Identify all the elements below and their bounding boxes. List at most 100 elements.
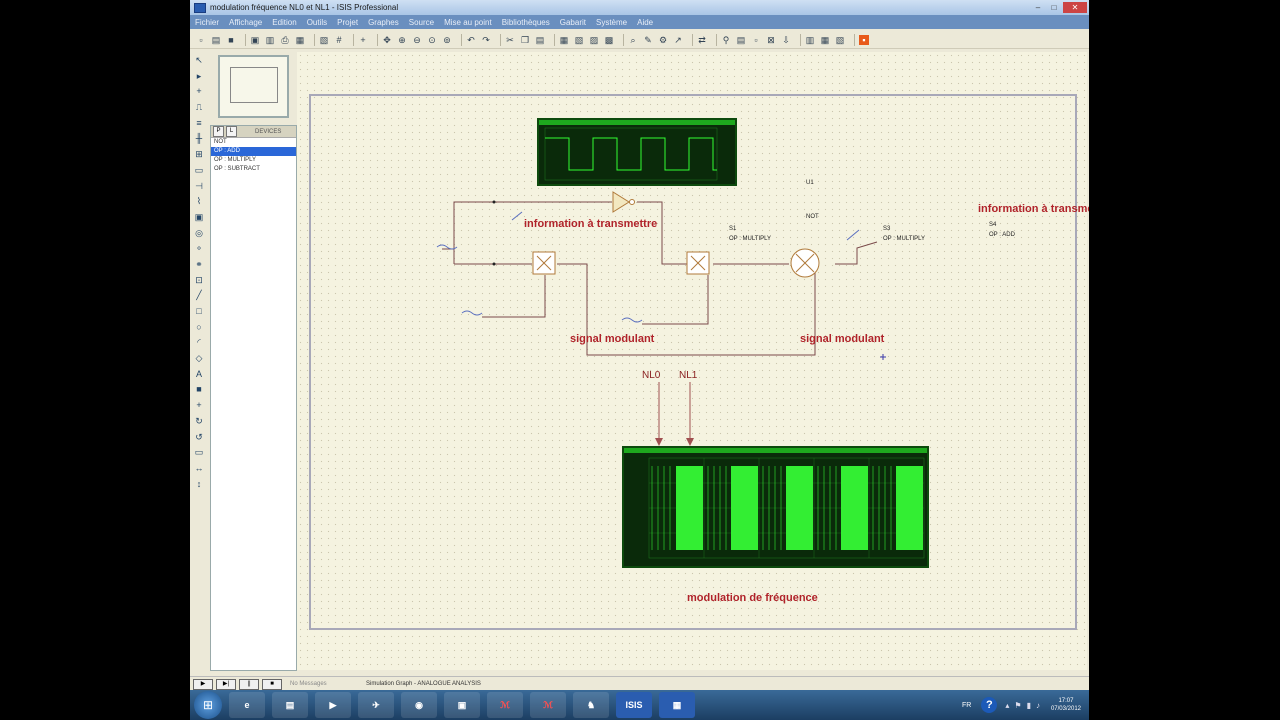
step-button[interactable]: ▶|: [216, 678, 236, 690]
child-sheet-icon[interactable]: ⇩: [781, 35, 791, 45]
print-icon[interactable]: ⎙: [280, 35, 290, 45]
component-mode-icon[interactable]: ▸: [194, 71, 204, 81]
menu-outils[interactable]: Outils: [302, 18, 332, 27]
taskbar-tool-icon[interactable]: ▣: [444, 692, 480, 718]
multiplier-s1[interactable]: [532, 251, 556, 275]
netlist-icon[interactable]: ▧: [835, 35, 845, 45]
play-button[interactable]: ▶: [193, 678, 213, 690]
taskbar-tool-icon[interactable]: ♞: [573, 692, 609, 718]
pause-button[interactable]: ||: [239, 678, 259, 690]
junction-icon[interactable]: +: [194, 86, 204, 96]
minimize-button[interactable]: ‒: [1031, 2, 1045, 13]
generator-icon[interactable]: ◎: [194, 228, 204, 238]
multiplier-s3[interactable]: [686, 251, 710, 275]
fm-graph[interactable]: [622, 446, 929, 568]
menu-mise-au-point[interactable]: Mise au point: [439, 18, 497, 27]
zoom-all-icon[interactable]: ⊙: [427, 35, 437, 45]
redo-icon[interactable]: ↷: [481, 35, 491, 45]
device-item[interactable]: OP : MULTIPLY: [211, 156, 296, 165]
net-label-nl0[interactable]: NL0: [642, 370, 660, 381]
taskbar-acrobat-icon[interactable]: ℳ: [530, 692, 566, 718]
copy-icon[interactable]: ❐: [520, 35, 530, 45]
net-label-nl1[interactable]: NL1: [679, 370, 697, 381]
flip-vertical-icon[interactable]: ↕: [194, 479, 204, 489]
flag-icon[interactable]: ⚑: [1014, 701, 1021, 710]
bus-icon[interactable]: ╫: [194, 133, 204, 143]
grid-icon[interactable]: #: [334, 35, 344, 45]
info-graph[interactable]: [537, 118, 737, 186]
menu-edition[interactable]: Edition: [267, 18, 301, 27]
message-status[interactable]: No Messages: [290, 681, 360, 687]
marker-icon[interactable]: +: [194, 400, 204, 410]
text-script-icon[interactable]: ≡: [194, 118, 204, 128]
voltage-probe-icon[interactable]: ⚬: [194, 243, 204, 253]
menu-graphes[interactable]: Graphes: [363, 18, 404, 27]
zoom-area-icon[interactable]: ⊚: [442, 35, 452, 45]
box-icon[interactable]: □: [194, 306, 204, 316]
menu-projet[interactable]: Projet: [332, 18, 363, 27]
new-file-icon[interactable]: ▫: [196, 35, 206, 45]
instrument-icon[interactable]: ⊡: [194, 275, 204, 285]
graph-icon[interactable]: ⌇: [194, 196, 204, 206]
language-indicator[interactable]: FR: [962, 702, 971, 709]
paste-icon[interactable]: ▤: [535, 35, 545, 45]
taskbar-ie-icon[interactable]: e: [229, 692, 265, 718]
zoom-in-icon[interactable]: ⊕: [397, 35, 407, 45]
symbol-icon[interactable]: ■: [194, 384, 204, 394]
text-icon[interactable]: A: [194, 369, 204, 379]
circle-icon[interactable]: ○: [194, 322, 204, 332]
adder-s4[interactable]: [790, 248, 820, 278]
terminal-icon[interactable]: ▭: [194, 165, 204, 175]
taskbar-acrobat-icon[interactable]: ℳ: [487, 692, 523, 718]
new-sheet-icon[interactable]: ▫: [751, 35, 761, 45]
origin-icon[interactable]: +: [358, 35, 368, 45]
taskbar-isis-icon[interactable]: ISIS: [616, 692, 652, 718]
menu-gabarit[interactable]: Gabarit: [555, 18, 591, 27]
current-probe-icon[interactable]: ⚭: [194, 259, 204, 269]
stop-button[interactable]: ■: [262, 678, 282, 690]
line-icon[interactable]: ╱: [194, 290, 204, 300]
search-tag-icon[interactable]: ⚲: [721, 35, 731, 45]
export-icon[interactable]: ▥: [265, 35, 275, 45]
block-delete-icon[interactable]: ▩: [604, 35, 614, 45]
property-tool-icon[interactable]: ▤: [736, 35, 746, 45]
decompose-icon[interactable]: ↗: [673, 35, 683, 45]
pick-device-button[interactable]: P: [213, 126, 224, 137]
overview-window[interactable]: [218, 55, 289, 118]
cut-icon[interactable]: ✂: [505, 35, 515, 45]
tape-icon[interactable]: ▣: [194, 212, 204, 222]
clock[interactable]: 17:07 07/03/2012: [1051, 697, 1081, 713]
library-manager-button[interactable]: L: [226, 126, 237, 137]
rotate-ccw-icon[interactable]: ↺: [194, 432, 204, 442]
refresh-icon[interactable]: ▧: [319, 35, 329, 45]
subcircuit-icon[interactable]: ⊞: [194, 149, 204, 159]
menu-bibliotheques[interactable]: Bibliothèques: [497, 18, 555, 27]
pick-device-icon[interactable]: ⌕: [628, 35, 638, 45]
volume-icon[interactable]: ♪: [1036, 701, 1040, 710]
select-mode-icon[interactable]: ↖: [194, 55, 204, 65]
wire-autorouter-icon[interactable]: ⇄: [697, 35, 707, 45]
angle-field-icon[interactable]: ▭: [194, 447, 204, 457]
bom-icon[interactable]: ▥: [805, 35, 815, 45]
flip-horizontal-icon[interactable]: ↔: [194, 463, 204, 473]
menu-aide[interactable]: Aide: [632, 18, 658, 27]
remove-sheet-icon[interactable]: ⊠: [766, 35, 776, 45]
device-item[interactable]: NOT: [211, 138, 296, 147]
erc-icon[interactable]: ▦: [820, 35, 830, 45]
block-move-icon[interactable]: ▧: [574, 35, 584, 45]
menu-systeme[interactable]: Système: [591, 18, 632, 27]
taskbar-ares-icon[interactable]: ▦: [659, 692, 695, 718]
make-device-icon[interactable]: ✎: [643, 35, 653, 45]
rotate-cw-icon[interactable]: ↻: [194, 416, 204, 426]
taskbar-globe-icon[interactable]: ◉: [401, 692, 437, 718]
package-icon[interactable]: ⚙: [658, 35, 668, 45]
maximize-button[interactable]: □: [1047, 2, 1061, 13]
start-button[interactable]: ⊞: [194, 691, 222, 719]
undo-icon[interactable]: ↶: [466, 35, 476, 45]
menu-affichage[interactable]: Affichage: [224, 18, 267, 27]
open-folder-icon[interactable]: ▤: [211, 35, 221, 45]
pan-icon[interactable]: ✥: [382, 35, 392, 45]
zoom-out-icon[interactable]: ⊖: [412, 35, 422, 45]
import-icon[interactable]: ▣: [250, 35, 260, 45]
arc-icon[interactable]: ◜: [194, 337, 204, 347]
